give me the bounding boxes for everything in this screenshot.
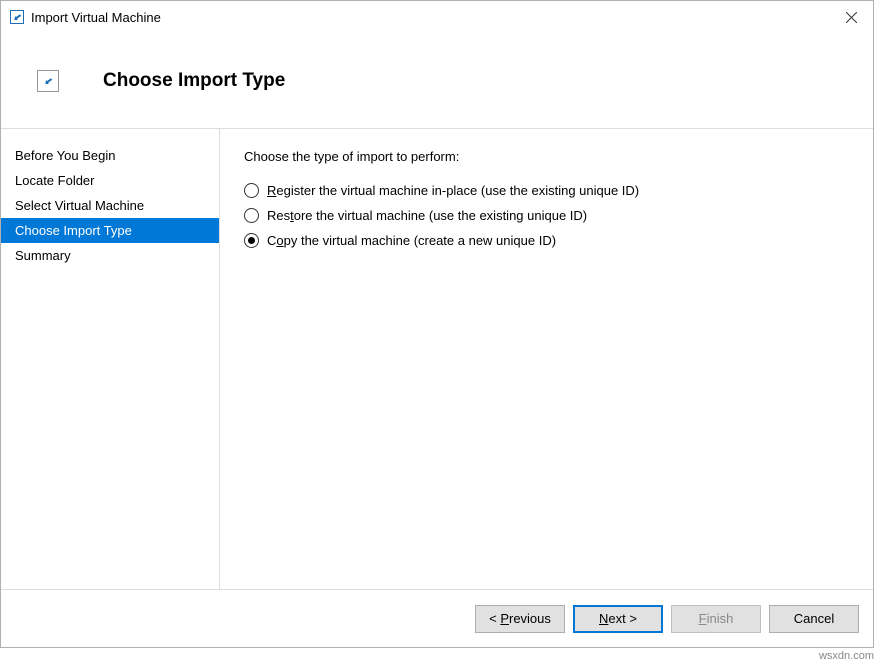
finish-button: Finish <box>671 605 761 633</box>
sidebar-item-label: Before You Begin <box>15 148 115 163</box>
wizard-window: Import Virtual Machine Choose Import Typ… <box>0 0 874 648</box>
radio-input[interactable] <box>244 233 259 248</box>
button-bar: < Previous Next > Finish Cancel <box>1 589 873 647</box>
titlebar: Import Virtual Machine <box>1 1 873 33</box>
next-button[interactable]: Next > <box>573 605 663 633</box>
content-area: Before You Begin Locate Folder Select Vi… <box>1 129 873 589</box>
sidebar-item-select-virtual-machine[interactable]: Select Virtual Machine <box>1 193 219 218</box>
radio-label: Register the virtual machine in-place (u… <box>267 183 639 198</box>
sidebar-item-label: Select Virtual Machine <box>15 198 144 213</box>
radio-restore[interactable]: Restore the virtual machine (use the exi… <box>244 203 853 228</box>
previous-button[interactable]: < Previous <box>475 605 565 633</box>
page-title: Choose Import Type <box>103 70 285 92</box>
radio-label: Copy the virtual machine (create a new u… <box>267 233 556 248</box>
sidebar-item-locate-folder[interactable]: Locate Folder <box>1 168 219 193</box>
app-icon <box>9 9 25 25</box>
cancel-button[interactable]: Cancel <box>769 605 859 633</box>
sidebar-item-summary[interactable]: Summary <box>1 243 219 268</box>
import-icon <box>37 70 59 92</box>
window-title: Import Virtual Machine <box>31 10 829 25</box>
watermark: wsxdn.com <box>819 650 874 662</box>
close-button[interactable] <box>829 1 873 33</box>
sidebar-item-label: Locate Folder <box>15 173 95 188</box>
sidebar-item-choose-import-type[interactable]: Choose Import Type <box>1 218 219 243</box>
radio-copy[interactable]: Copy the virtual machine (create a new u… <box>244 228 853 253</box>
wizard-header: Choose Import Type <box>1 33 873 129</box>
radio-register-in-place[interactable]: Register the virtual machine in-place (u… <box>244 178 853 203</box>
instruction-text: Choose the type of import to perform: <box>244 149 853 164</box>
sidebar-item-label: Summary <box>15 248 71 263</box>
sidebar-item-before-you-begin[interactable]: Before You Begin <box>1 143 219 168</box>
radio-label: Restore the virtual machine (use the exi… <box>267 208 587 223</box>
wizard-steps-sidebar: Before You Begin Locate Folder Select Vi… <box>1 129 220 589</box>
main-panel: Choose the type of import to perform: Re… <box>220 129 873 589</box>
sidebar-item-label: Choose Import Type <box>15 223 132 238</box>
radio-input[interactable] <box>244 183 259 198</box>
radio-input[interactable] <box>244 208 259 223</box>
